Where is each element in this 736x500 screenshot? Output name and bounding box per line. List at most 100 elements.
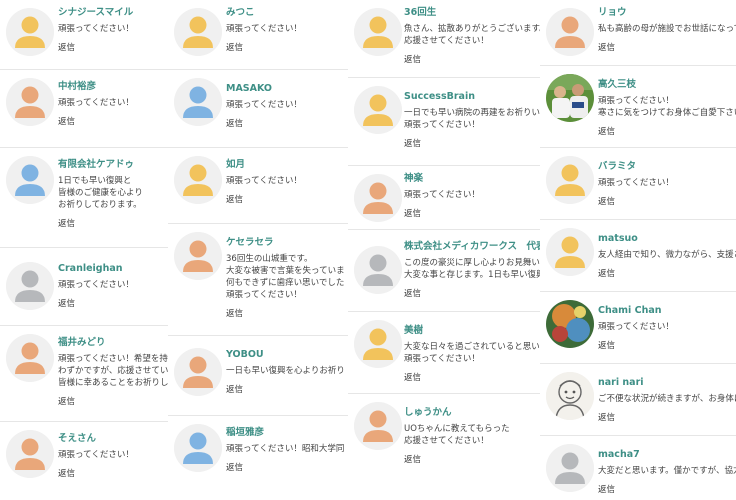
message-card: みつこ 頑張ってください！ 返信 — [168, 0, 348, 70]
reply-link[interactable]: 返信 — [598, 484, 615, 496]
sender-name: matsuo — [598, 233, 638, 244]
message-card: SuccessBrain 一日でも早い病院の再建をお祈りいた 頑張ってください！ … — [348, 78, 540, 166]
sender-name: Cranleighan — [58, 263, 123, 274]
reply-link[interactable]: 返信 — [598, 340, 615, 352]
message-card: リョウ 私も高齢の母が施設でお世話になってい 返信 — [540, 0, 736, 66]
message-column-4: リョウ 私も高齢の母が施設でお世話になってい 返信 高久三枝 頑張ってください！… — [540, 0, 736, 500]
user-avatar-icon — [546, 8, 594, 56]
reply-link[interactable]: 返信 — [58, 116, 75, 128]
reply-link[interactable]: 返信 — [404, 454, 421, 466]
message-card: 中村裕彦 頑張ってください！ 返信 — [0, 70, 168, 148]
user-avatar-icon — [174, 78, 222, 126]
reply-link[interactable]: 返信 — [404, 288, 421, 300]
user-avatar-icon — [6, 8, 54, 56]
message-text: 一日でも早い病院の再建をお祈りいた 頑張ってください！ — [404, 108, 540, 130]
message-text: 頑張ってください！ — [58, 280, 134, 290]
sender-name: 中村裕彦 — [58, 81, 97, 92]
message-card: 高久三枝 頑張ってください！ 寒さに気をつけてお身体ご自愛下さい 返信 — [540, 66, 736, 148]
reply-link[interactable]: 返信 — [404, 138, 421, 150]
sender-name: 有限会社ケアドゥ — [58, 159, 135, 170]
message-card: 株式会社メディカワークス 代表取 この度の豪災に厚し心よりお見舞い申 大変な事と存… — [348, 230, 540, 312]
reply-link[interactable]: 返信 — [404, 372, 421, 384]
message-text: 頑張ってください！希望を持 わずかですが、応援させてい 皆様に幸あることをお祈りし — [58, 354, 168, 388]
message-text: この度の豪災に厚し心よりお見舞い申大変な事と存じます。1日も早い復興を願うばかり… — [404, 258, 540, 280]
sender-name: 神楽 — [404, 173, 424, 184]
user-avatar-icon — [354, 174, 402, 222]
message-card: Cranleighan 頑張ってください！ 返信 — [0, 248, 168, 326]
message-card: しゅうかん UOちゃんに教えてもらった 応援させてください！ 返信 — [348, 394, 540, 500]
reply-link[interactable]: 返信 — [598, 268, 615, 280]
reply-link[interactable]: 返信 — [598, 412, 615, 424]
sender-name: 福井みどり — [58, 337, 106, 348]
message-text: 大変だと思います。僅かですが、協力さ — [598, 466, 736, 476]
user-photo-avatar — [546, 74, 594, 122]
sender-name: そえさん — [58, 433, 97, 444]
reply-link[interactable]: 返信 — [226, 308, 243, 320]
user-avatar-icon — [354, 246, 402, 294]
reply-link[interactable]: 返信 — [58, 396, 75, 408]
user-avatar-icon — [546, 228, 594, 276]
user-avatar-icon — [354, 320, 402, 368]
message-text: 頑張ってください！昭和大学同 — [226, 444, 345, 454]
user-photo-avatar — [546, 372, 594, 420]
sender-name: 株式会社メディカワークス 代表取 — [404, 241, 540, 252]
reply-link[interactable]: 返信 — [598, 126, 615, 138]
message-column-3: 36回生 魚さん、拡散ありがとうございます。 応援させてください！ 返信 Succ… — [348, 0, 540, 500]
reply-link[interactable]: 返信 — [598, 42, 615, 54]
reply-link[interactable]: 返信 — [404, 208, 421, 220]
message-text: UOちゃんに教えてもらった 応援させてください！ — [404, 424, 510, 446]
sender-name: macha7 — [598, 449, 640, 460]
message-card: ケセラセラ 36回生の山城重です。 大変な被害で言葉を失っていま 何もできずに歯痒い… — [168, 224, 348, 336]
sender-name: みつこ — [226, 7, 255, 18]
user-avatar-icon — [6, 262, 54, 310]
message-text: 魚さん、拡散ありがとうございます。 応援させてください！ — [404, 24, 540, 46]
reply-link[interactable]: 返信 — [226, 42, 243, 54]
user-avatar-icon — [354, 402, 402, 450]
sender-name: 稲垣雅彦 — [226, 427, 265, 438]
message-card: macha7 大変だと思います。僅かですが、協力さ 返信 — [540, 436, 736, 500]
user-avatar-icon — [6, 78, 54, 126]
reply-link[interactable]: 返信 — [598, 196, 615, 208]
reply-link[interactable]: 返信 — [58, 298, 75, 310]
message-card: 福井みどり 頑張ってください！希望を持 わずかですが、応援させてい 皆様に幸あること… — [0, 326, 168, 422]
user-avatar-icon — [354, 86, 402, 134]
reply-link[interactable]: 返信 — [226, 462, 243, 474]
user-avatar-icon — [546, 444, 594, 492]
message-text: 大変な日々を過ごされていると思いま 頑張ってください！ — [404, 342, 540, 364]
user-avatar-icon — [6, 334, 54, 382]
message-text: 1日でも早い復興と 皆様のご健康を心より お祈りしております。 — [58, 176, 143, 210]
sender-name: ケセラセラ — [226, 237, 274, 248]
message-card: 稲垣雅彦 頑張ってください！昭和大学同 返信 — [168, 416, 348, 500]
sender-name: バラミタ — [598, 161, 637, 172]
message-card: シナジースマイル 頑張ってください！ 返信 — [0, 0, 168, 70]
user-avatar-icon — [174, 8, 222, 56]
message-text: 頑張ってください！ — [226, 24, 302, 34]
sender-name: SuccessBrain — [404, 91, 475, 102]
message-text: 36回生の山城重です。 大変な被害で言葉を失っていま 何もできずに歯痒い思いでした頑… — [226, 254, 345, 300]
message-column-2: みつこ 頑張ってください！ 返信 MASAKO 頑張ってください！ 返信 如月 … — [168, 0, 348, 500]
reply-link[interactable]: 返信 — [226, 118, 243, 130]
message-text: 頑張ってください！ — [226, 176, 302, 186]
message-card: 神楽 頑張ってください！ 返信 — [348, 166, 540, 230]
message-text: 一日も早い復興を心よりお祈り — [226, 366, 345, 376]
message-card: 36回生 魚さん、拡散ありがとうございます。 応援させてください！ 返信 — [348, 0, 540, 78]
message-text: ご不便な状況が続きますが、お身体に気 — [598, 394, 736, 404]
user-avatar-icon — [174, 424, 222, 472]
sender-name: 美樹 — [404, 325, 424, 336]
reply-link[interactable]: 返信 — [404, 54, 421, 66]
message-text: 頑張ってください！ — [58, 98, 134, 108]
message-card: nari nari ご不便な状況が続きますが、お身体に気 返信 — [540, 364, 736, 436]
reply-link[interactable]: 返信 — [226, 384, 243, 396]
message-text: 頑張ってください！ — [58, 450, 134, 460]
reply-link[interactable]: 返信 — [226, 194, 243, 206]
message-text: 頑張ってください！ — [226, 100, 302, 110]
user-avatar-icon — [6, 430, 54, 478]
message-card: matsuo 友人経由で知り、微力ながら、支援させ 返信 — [540, 220, 736, 292]
message-card: MASAKO 頑張ってください！ 返信 — [168, 70, 348, 148]
reply-link[interactable]: 返信 — [58, 218, 75, 230]
user-avatar-icon — [546, 156, 594, 204]
reply-link[interactable]: 返信 — [58, 42, 75, 54]
reply-link[interactable]: 返信 — [58, 468, 75, 480]
message-text: 頑張ってください！ 寒さに気をつけてお身体ご自愛下さい — [598, 96, 736, 118]
user-avatar-icon — [6, 156, 54, 204]
